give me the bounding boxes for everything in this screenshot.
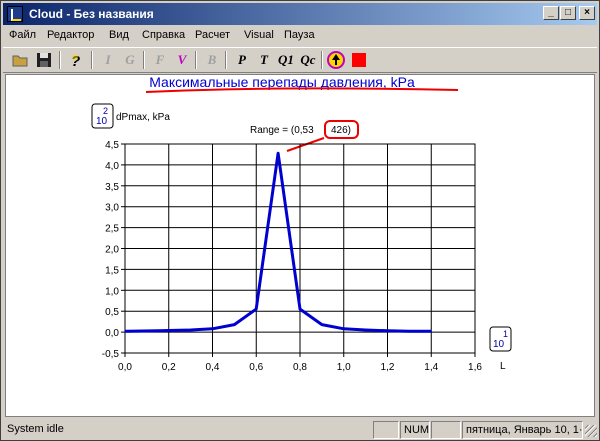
x-tick-label: 0,0 <box>118 362 132 373</box>
b-tool-button[interactable]: B <box>201 50 223 70</box>
x-tick-label: 0,4 <box>206 362 220 373</box>
toolbar-separator <box>321 51 323 69</box>
menu-help[interactable]: Справка <box>142 29 185 41</box>
arrow-up-icon[interactable] <box>325 50 347 70</box>
y-tick-label: 4,0 <box>105 161 119 172</box>
y-tick-label: 0,0 <box>105 328 119 339</box>
menu-editor[interactable]: Редактор <box>47 29 94 41</box>
data-point <box>343 328 345 330</box>
toolbar-separator <box>225 51 227 69</box>
toolbar-separator <box>195 51 197 69</box>
menu-calculation[interactable]: Расчет <box>195 29 230 41</box>
help-icon[interactable]: ? <box>65 50 87 70</box>
open-folder-icon[interactable] <box>9 50 31 70</box>
toolbar-separator <box>91 51 93 69</box>
v-tool-button[interactable]: V <box>171 50 193 70</box>
minimize-button[interactable]: _ <box>543 6 559 20</box>
data-point <box>277 152 279 154</box>
status-panel-empty <box>373 421 399 439</box>
title-bar[interactable]: Cloud - Без названия _ □ × <box>3 3 597 25</box>
data-point <box>124 330 126 332</box>
g-tool-button[interactable]: G <box>119 50 141 70</box>
toolbar-separator <box>59 51 61 69</box>
y-tick-label: 2,0 <box>105 245 119 256</box>
data-series-line <box>124 151 432 333</box>
y-tick-label: -0,5 <box>102 349 120 360</box>
y-exponent-base: 10 <box>96 116 108 127</box>
y-tick-label: 0,5 <box>105 307 119 318</box>
data-point <box>365 329 367 331</box>
y-tick-label: 4,5 <box>105 140 119 151</box>
range-text: Range = (0,53 <box>250 125 314 136</box>
save-icon[interactable] <box>33 50 55 70</box>
range-highlight: 426) <box>331 125 351 136</box>
x-tick-label: 0,6 <box>249 362 263 373</box>
plot-area: Максимальные перепады давления, kPa 10 2… <box>5 74 595 417</box>
menu-visual[interactable]: Visual <box>244 29 274 41</box>
status-bar: System idle NUM пятница, Январь 10, 1· <box>3 420 597 440</box>
x-axis-label: L <box>500 361 506 372</box>
data-point <box>157 330 159 332</box>
y-tick-label: 1,5 <box>105 265 119 276</box>
f-tool-button[interactable]: F <box>149 50 171 70</box>
data-point <box>233 324 235 326</box>
data-point <box>321 324 323 326</box>
t-tool-button[interactable]: T <box>253 50 275 70</box>
data-point <box>408 330 410 332</box>
status-num: NUM <box>400 421 430 439</box>
toolbar: ? I G F V B P T Q1 Qc <box>3 47 597 73</box>
status-text: System idle <box>7 423 64 435</box>
menu-file[interactable]: Файл <box>9 29 36 41</box>
qc-tool-button[interactable]: Qc <box>297 50 319 70</box>
data-point <box>255 308 257 310</box>
x-tick-label: 1,0 <box>337 362 351 373</box>
i-tool-button[interactable]: I <box>97 50 119 70</box>
data-point <box>212 328 213 330</box>
window-title: Cloud - Без названия <box>29 7 154 21</box>
x-tick-label: 1,6 <box>468 362 482 373</box>
y-tick-label: 3,0 <box>105 203 119 214</box>
toolbar-separator <box>143 51 145 69</box>
line-chart: 0,0 0,2 0,4 0,6 0,8 1,0 1,2 1,4 1,6 -0,5 0,0 0,5 1,0… <box>102 140 483 373</box>
p-tool-button[interactable]: P <box>231 50 253 70</box>
status-date: пятница, Январь 10, 1· <box>462 421 583 439</box>
application-window: Cloud - Без названия _ □ × Файл Редактор… <box>0 0 600 441</box>
x-tick-label: 0,8 <box>293 362 307 373</box>
status-panel-empty <box>431 421 461 439</box>
x-tick-label: 1,4 <box>424 362 438 373</box>
app-icon[interactable] <box>7 6 23 22</box>
menu-view[interactable]: Вид <box>109 29 129 41</box>
y-exponent-power: 2 <box>103 106 108 116</box>
y-tick-label: 2,5 <box>105 224 119 235</box>
data-point <box>299 308 301 310</box>
data-point <box>190 329 192 331</box>
x-exponent-power: 1 <box>503 329 508 339</box>
x-exponent-base: 10 <box>493 339 505 350</box>
data-point <box>387 330 388 332</box>
maximize-button[interactable]: □ <box>560 6 576 20</box>
data-point <box>430 330 432 332</box>
y-tick-label: 1,0 <box>105 286 119 297</box>
y-axis-label: dPmax, kPa <box>116 112 170 123</box>
stop-icon[interactable] <box>349 50 371 70</box>
menu-bar: Файл Редактор Вид Справка Расчет Visual … <box>3 26 597 46</box>
resize-grip-icon[interactable] <box>585 425 597 437</box>
close-button[interactable]: × <box>579 6 595 20</box>
q1-tool-button[interactable]: Q1 <box>275 50 297 70</box>
x-tick-label: 1,2 <box>381 362 395 373</box>
menu-pause[interactable]: Пауза <box>284 29 315 41</box>
y-tick-label: 3,5 <box>105 182 119 193</box>
x-tick-label: 0,2 <box>162 362 176 373</box>
